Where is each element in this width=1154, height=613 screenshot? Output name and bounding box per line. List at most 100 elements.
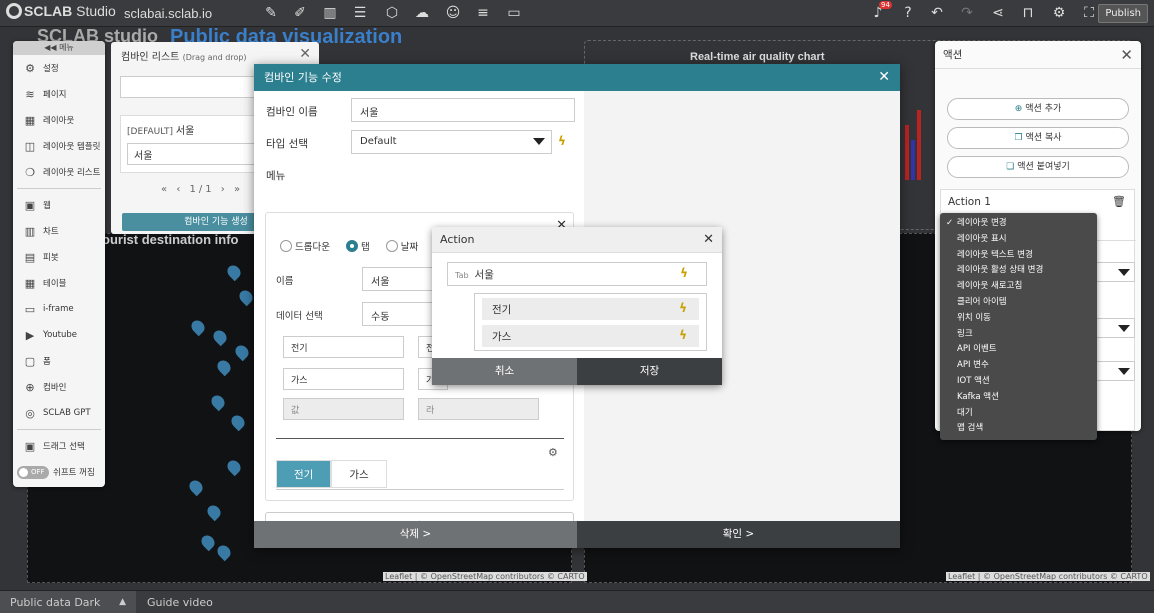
redo-icon[interactable]: ↷ xyxy=(957,4,977,22)
menu-item[interactable]: ▣ 웹 xyxy=(13,192,105,218)
radio-icon[interactable] xyxy=(385,240,398,252)
menu-item[interactable]: ▶ Youtube xyxy=(13,322,105,348)
left-menu-header[interactable]: ◀◀ 메뉴 xyxy=(13,41,105,55)
action-tab-row[interactable]: Tab 서울 ϟ xyxy=(447,262,707,286)
add-action-button[interactable]: ⊕ 액션 추가 xyxy=(947,98,1129,120)
value-cell[interactable]: 라 xyxy=(418,398,539,420)
dropdown-option[interactable]: 맵 검색 xyxy=(940,421,1097,437)
collapse-icon[interactable]: ◀◀ xyxy=(44,43,59,52)
menu-item[interactable]: ⚙ 설정 xyxy=(13,55,105,81)
delete-button[interactable]: 삭제 > xyxy=(254,521,577,548)
next-page-icon[interactable]: › xyxy=(221,184,228,195)
paste-action-button[interactable]: ❏ 액션 붙여넣기 xyxy=(947,156,1129,178)
map-icon[interactable]: ▥ xyxy=(320,4,340,22)
cloud-icon[interactable]: ☁ xyxy=(412,4,432,22)
lightning-icon[interactable]: ϟ xyxy=(680,266,688,280)
publish-button[interactable]: Publish xyxy=(1098,4,1148,23)
action-select[interactable] xyxy=(1091,262,1135,282)
dropdown-option[interactable]: 레이아웃 텍스트 변경 xyxy=(940,248,1097,264)
lightning-icon[interactable]: ϟ xyxy=(558,134,566,148)
list-icon[interactable]: ≡ xyxy=(473,4,493,22)
menu-item[interactable]: ⊕ 컴바인 xyxy=(13,374,105,400)
undo-icon[interactable]: ↶ xyxy=(927,4,947,22)
edit-icon[interactable]: ✎ xyxy=(261,4,281,22)
menu-item[interactable]: ▦ 레이아웃 xyxy=(13,107,105,133)
menu-item[interactable]: ▣ 드래그 선택 xyxy=(13,433,105,459)
tab-electricity[interactable]: 전기 xyxy=(276,460,332,488)
close-icon[interactable]: ✕ xyxy=(1120,41,1133,69)
combine-name-input[interactable]: 서울 xyxy=(351,98,575,122)
menu-item[interactable]: ❍ 레이아웃 리스트 xyxy=(13,159,105,185)
widget-icon: ▣ xyxy=(24,198,36,212)
value-cell[interactable]: 가스 xyxy=(283,368,404,390)
menu-item[interactable]: ≋ 페이지 xyxy=(13,81,105,107)
pencil-icon[interactable]: ✐ xyxy=(290,4,310,22)
last-page-icon[interactable]: » xyxy=(234,184,243,195)
item-name-input[interactable]: 서울 xyxy=(362,267,442,291)
copy-action-button[interactable]: ❐ 액션 복사 xyxy=(947,127,1129,149)
dropdown-option[interactable]: API 변수 xyxy=(940,358,1097,374)
menu-type-radio[interactable]: 날짜 xyxy=(385,240,418,253)
card-icon[interactable]: ▭ xyxy=(504,4,524,22)
code-icon[interactable]: ⬡ xyxy=(382,4,402,22)
type-select[interactable]: Default xyxy=(351,130,552,154)
radio-icon[interactable] xyxy=(280,240,292,252)
lightning-icon[interactable]: ϟ xyxy=(679,328,687,342)
dropdown-option[interactable]: API 이벤트 xyxy=(940,342,1097,358)
menu-item[interactable]: ▢ 폼 xyxy=(13,348,105,374)
page-tab-public-data[interactable]: Public data Dark ▲ xyxy=(0,591,136,613)
save-button[interactable]: 저장 xyxy=(577,358,722,385)
menu-item[interactable]: ▤ 피봇 xyxy=(13,244,105,270)
confirm-button[interactable]: 확인 > xyxy=(577,521,900,548)
trash-icon[interactable]: 🗑 xyxy=(1112,195,1126,208)
drag-select-icon: ▣ xyxy=(24,439,36,453)
action-item[interactable]: 전기 ϟ xyxy=(482,298,699,320)
tourist-title: ourist destination info xyxy=(102,232,239,247)
shift-toggle-row[interactable]: OFF 쉬프트 꺼짐 xyxy=(13,459,105,485)
unlock-icon[interactable]: ⊓ xyxy=(1018,4,1038,22)
dropdown-option[interactable]: 레이아웃 새로고침 xyxy=(940,279,1097,295)
close-icon[interactable]: ✕ xyxy=(703,227,714,253)
dropdown-option[interactable]: 레이아웃 변경 xyxy=(940,216,1097,232)
dropdown-option[interactable]: 레이아웃 활성 상태 변경 xyxy=(940,263,1097,279)
settings-icon[interactable]: ⚙ xyxy=(1049,4,1069,22)
dropdown-option[interactable]: IOT 액션 xyxy=(940,374,1097,390)
menu-item[interactable]: ▭ i-frame xyxy=(13,296,105,322)
shift-toggle[interactable]: OFF xyxy=(17,465,49,479)
fullscreen-icon[interactable]: ⛶ xyxy=(1079,4,1099,22)
lightning-icon[interactable]: ϟ xyxy=(679,301,687,315)
share-icon[interactable]: ⋖ xyxy=(988,4,1008,22)
help-icon[interactable]: ? xyxy=(898,4,918,22)
database-icon[interactable]: ☰ xyxy=(350,4,370,22)
app-logo[interactable]: SCLAB Studio xyxy=(6,3,116,19)
cancel-button[interactable]: 취소 xyxy=(432,358,577,385)
close-icon[interactable]: ✕ xyxy=(299,46,311,62)
data-select[interactable]: 수동 xyxy=(362,302,442,326)
settings-icon[interactable]: ⚙ xyxy=(548,446,558,459)
menu-item[interactable]: ▥ 차트 xyxy=(13,218,105,244)
dropdown-option[interactable]: 위치 이동 xyxy=(940,311,1097,327)
users-icon[interactable]: ☺ xyxy=(443,4,463,22)
menu-item[interactable]: ▦ 테이블 xyxy=(13,270,105,296)
dropdown-option[interactable]: Kafka 액션 xyxy=(940,390,1097,406)
menu-item[interactable]: ◫ 레이아웃 템플릿 xyxy=(13,133,105,159)
menu-type-radio[interactable]: 탭 xyxy=(345,240,370,253)
close-icon[interactable]: ✕ xyxy=(878,64,890,91)
dropdown-option[interactable]: 레이아웃 표시 xyxy=(940,232,1097,248)
menu-item[interactable]: ◎ SCLAB GPT xyxy=(13,400,105,426)
caret-up-icon[interactable]: ▲ xyxy=(119,591,126,613)
action-item[interactable]: 가스 ϟ xyxy=(482,325,699,347)
dropdown-option[interactable]: 클리어 아이템 xyxy=(940,295,1097,311)
first-page-icon[interactable]: « xyxy=(161,184,170,195)
page-tab-guide-video[interactable]: Guide video xyxy=(147,591,213,613)
menu-type-radio[interactable]: 드롭다운 xyxy=(280,240,330,253)
dropdown-option[interactable]: 대기 xyxy=(940,406,1097,422)
radio-icon[interactable] xyxy=(345,240,358,252)
action-select[interactable] xyxy=(1091,361,1135,381)
value-cell[interactable]: 값 xyxy=(283,398,404,420)
dropdown-option[interactable]: 링크 xyxy=(940,327,1097,343)
action-select[interactable] xyxy=(1091,318,1135,338)
tab-gas[interactable]: 가스 xyxy=(331,460,387,488)
value-cell[interactable]: 전기 xyxy=(283,336,404,358)
prev-page-icon[interactable]: ‹ xyxy=(176,184,183,195)
